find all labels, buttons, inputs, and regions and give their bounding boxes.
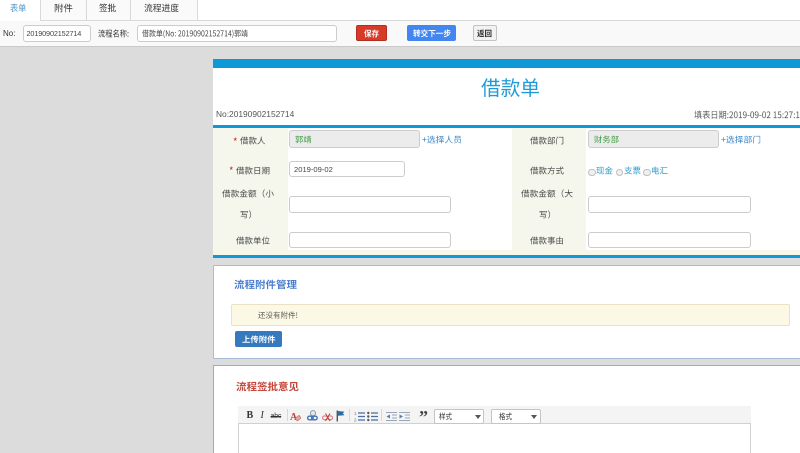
svg-text:2: 2 (354, 418, 357, 423)
svg-text:1: 1 (354, 411, 357, 416)
